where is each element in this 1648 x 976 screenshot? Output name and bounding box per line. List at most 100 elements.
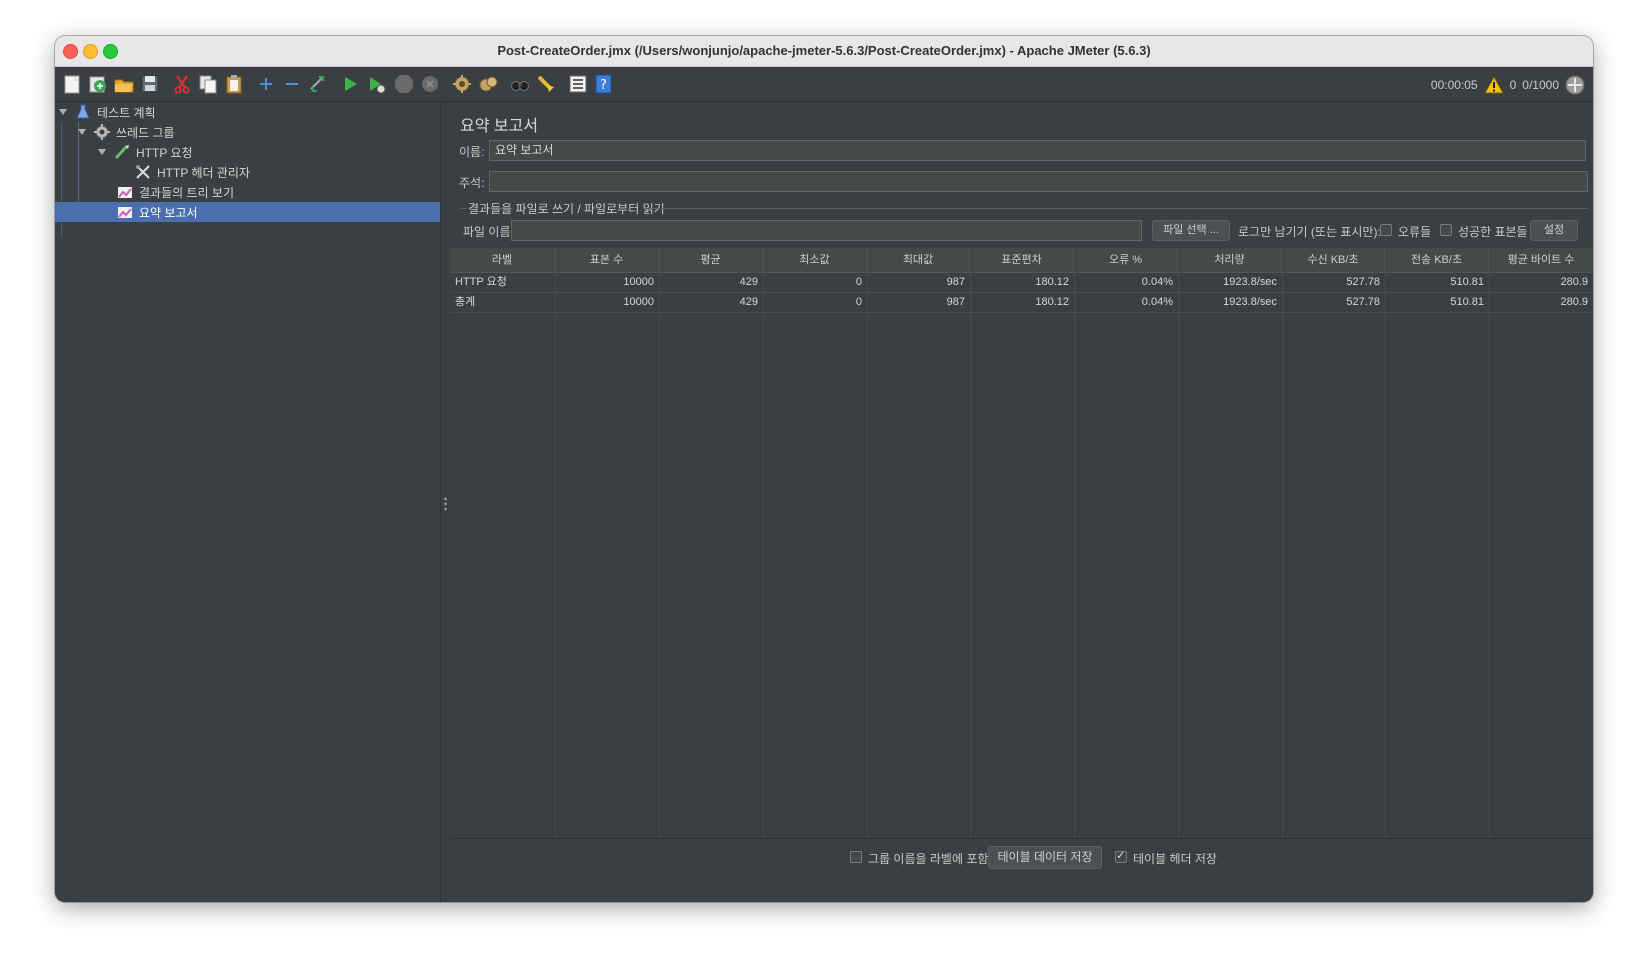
start-no-timers-icon[interactable] (365, 73, 387, 95)
listener-icon (118, 207, 132, 218)
filename-label: 파일 이름 (463, 225, 511, 239)
paste-icon[interactable] (223, 73, 245, 95)
table-cell: 527.78 (1346, 276, 1380, 288)
errors-checkbox[interactable] (1380, 224, 1392, 236)
toolbar: ? 00:00:05 0 0/1000 (55, 67, 1593, 102)
cut-icon[interactable] (171, 73, 193, 95)
column-header[interactable]: 평균 바이트 수 (1489, 248, 1593, 272)
templates-icon[interactable] (87, 73, 109, 95)
expand-icon[interactable] (255, 73, 277, 95)
comment-label: 주석: (459, 176, 485, 190)
table-cell: 0.04% (1141, 276, 1173, 288)
shutdown-icon[interactable] (419, 73, 441, 95)
column-header[interactable]: 전송 KB/초 (1385, 248, 1489, 272)
tree-item-summary-report[interactable]: 요약 보고서 (55, 202, 440, 222)
chevron-down-icon[interactable] (97, 147, 107, 157)
column-header[interactable]: 표본 수 (555, 248, 659, 272)
file-group-label: 결과들을 파일로 쓰기 / 파일로부터 읽기 (468, 202, 665, 216)
reset-search-icon[interactable] (535, 73, 557, 95)
test-plan-icon (76, 104, 90, 119)
open-icon[interactable] (113, 73, 135, 95)
comment-field[interactable] (489, 171, 1588, 192)
table-cell: 0 (855, 276, 862, 288)
table-row[interactable]: 총계 10000 429 0 987 180.12 0.04% 1923.8/s… (450, 292, 1593, 313)
jmeter-window: Post-CreateOrder.jmx (/Users/wonjunjo/ap… (55, 36, 1593, 902)
column-header[interactable]: 평균 (659, 248, 763, 272)
table-cell: 280.9 (1560, 296, 1588, 308)
new-icon[interactable] (61, 73, 83, 95)
include-group-label: 그룹 이름을 라벨에 포함? (868, 852, 996, 866)
table-cell: 280.9 (1560, 276, 1588, 288)
elapsed-time: 00:00:05 (1430, 78, 1478, 92)
help-icon[interactable]: ? (593, 73, 615, 95)
collapse-icon[interactable] (281, 73, 303, 95)
tree-item-view-results-tree[interactable]: 결과들의 트리 보기 (55, 182, 440, 202)
title-bar: Post-CreateOrder.jmx (/Users/wonjunjo/ap… (55, 36, 1593, 67)
svg-text:?: ? (600, 78, 607, 93)
column-header[interactable]: 오류 % (1074, 248, 1178, 272)
column-header[interactable]: 최소값 (763, 248, 867, 272)
table-cell: 10000 (623, 296, 654, 308)
save-header-checkbox[interactable] (1115, 849, 1127, 863)
column-header[interactable]: 라벨 (450, 248, 555, 272)
name-label: 이름: (459, 145, 485, 159)
tree-item-label: 테스트 계획 (97, 105, 156, 120)
table-cell: 510.81 (1450, 296, 1484, 308)
window-title: Post-CreateOrder.jmx (/Users/wonjunjo/ap… (497, 43, 1151, 58)
start-icon[interactable] (339, 73, 361, 95)
column-header[interactable]: 최대값 (867, 248, 970, 272)
save-icon[interactable] (139, 73, 161, 95)
tree-item-header-manager[interactable]: HTTP 헤더 관리자 (55, 162, 440, 182)
active-threads: 0/1000 (1522, 78, 1559, 92)
table-cell: 1923.8/sec (1223, 296, 1277, 308)
save-table-data-button[interactable]: 테이블 데이터 저장 (988, 846, 1102, 869)
table-cell: 총계 (455, 296, 476, 308)
table-cell: 510.81 (1450, 276, 1484, 288)
copy-icon[interactable] (197, 73, 219, 95)
tree-item-label: 쓰레드 그룹 (116, 125, 175, 140)
table-cell: 1923.8/sec (1223, 276, 1277, 288)
table-cell: 0 (855, 296, 862, 308)
drag-handle-icon[interactable] (444, 497, 447, 511)
summary-report-panel: 요약 보고서 이름: 요약 보고서 주석: 결과들을 파일로 쓰기 / 파일로부… (450, 102, 1593, 902)
clear-all-icon[interactable] (477, 73, 499, 95)
table-cell: HTTP 요청 (455, 276, 507, 288)
column-header[interactable]: 처리량 (1178, 248, 1282, 272)
footer-bar: 그룹 이름을 라벨에 포함? 테이블 데이터 저장 테이블 헤더 저장 (450, 838, 1593, 902)
test-plan-tree: 테스트 계획 쓰레드 그룹 HTTP 요청 HTTP 헤더 관리자 결과들의 트… (55, 102, 440, 902)
function-helper-icon[interactable] (567, 73, 589, 95)
errors-label: 오류들 (1398, 225, 1432, 239)
stop-icon[interactable] (393, 73, 415, 95)
tree-item-label: 요약 보고서 (139, 205, 198, 220)
toggle-icon[interactable] (307, 73, 329, 95)
log-only-label: 로그만 남기기 (또는 표시만): (1238, 225, 1381, 239)
configure-button[interactable]: 설정 (1530, 220, 1578, 241)
warning-icon[interactable] (1483, 76, 1504, 94)
include-group-checkbox[interactable] (850, 851, 862, 863)
clear-icon[interactable] (451, 73, 473, 95)
table-cell: 429 (739, 276, 758, 288)
save-header-label: 테이블 헤더 저장 (1133, 852, 1217, 866)
search-icon[interactable] (509, 73, 531, 95)
successes-label: 성공한 표본들 (1458, 225, 1528, 239)
table-cell: 0.04% (1141, 296, 1173, 308)
table-header: 라벨 표본 수 평균 최소값 최대값 표준편차 오류 % 처리량 수신 KB/초… (450, 248, 1593, 273)
successes-checkbox[interactable] (1440, 224, 1452, 236)
column-header[interactable]: 표준편차 (970, 248, 1074, 272)
tree-item-http-request[interactable]: HTTP 요청 (55, 142, 440, 162)
chevron-down-icon[interactable] (58, 107, 68, 117)
name-field[interactable]: 요약 보고서 (489, 140, 1586, 161)
table-row[interactable]: HTTP 요청 10000 429 0 987 180.12 0.04% 192… (450, 272, 1593, 293)
tree-item-thread-group[interactable]: 쓰레드 그룹 (55, 122, 440, 142)
tree-item-label: 결과들의 트리 보기 (139, 185, 234, 200)
chevron-down-icon[interactable] (77, 127, 87, 137)
tree-item-label: HTTP 요청 (136, 145, 193, 160)
browse-button[interactable]: 파일 선택 ... (1152, 220, 1230, 241)
column-header[interactable]: 수신 KB/초 (1282, 248, 1385, 272)
test-status: 00:00:05 0 0/1000 (1431, 75, 1585, 95)
filename-field[interactable] (511, 220, 1142, 241)
table-cell: 527.78 (1346, 296, 1380, 308)
tree-item-test-plan[interactable]: 테스트 계획 (55, 102, 440, 122)
warning-count: 0 (1509, 78, 1517, 92)
summary-table: 라벨 표본 수 평균 최소값 최대값 표준편차 오류 % 처리량 수신 KB/초… (450, 248, 1593, 837)
